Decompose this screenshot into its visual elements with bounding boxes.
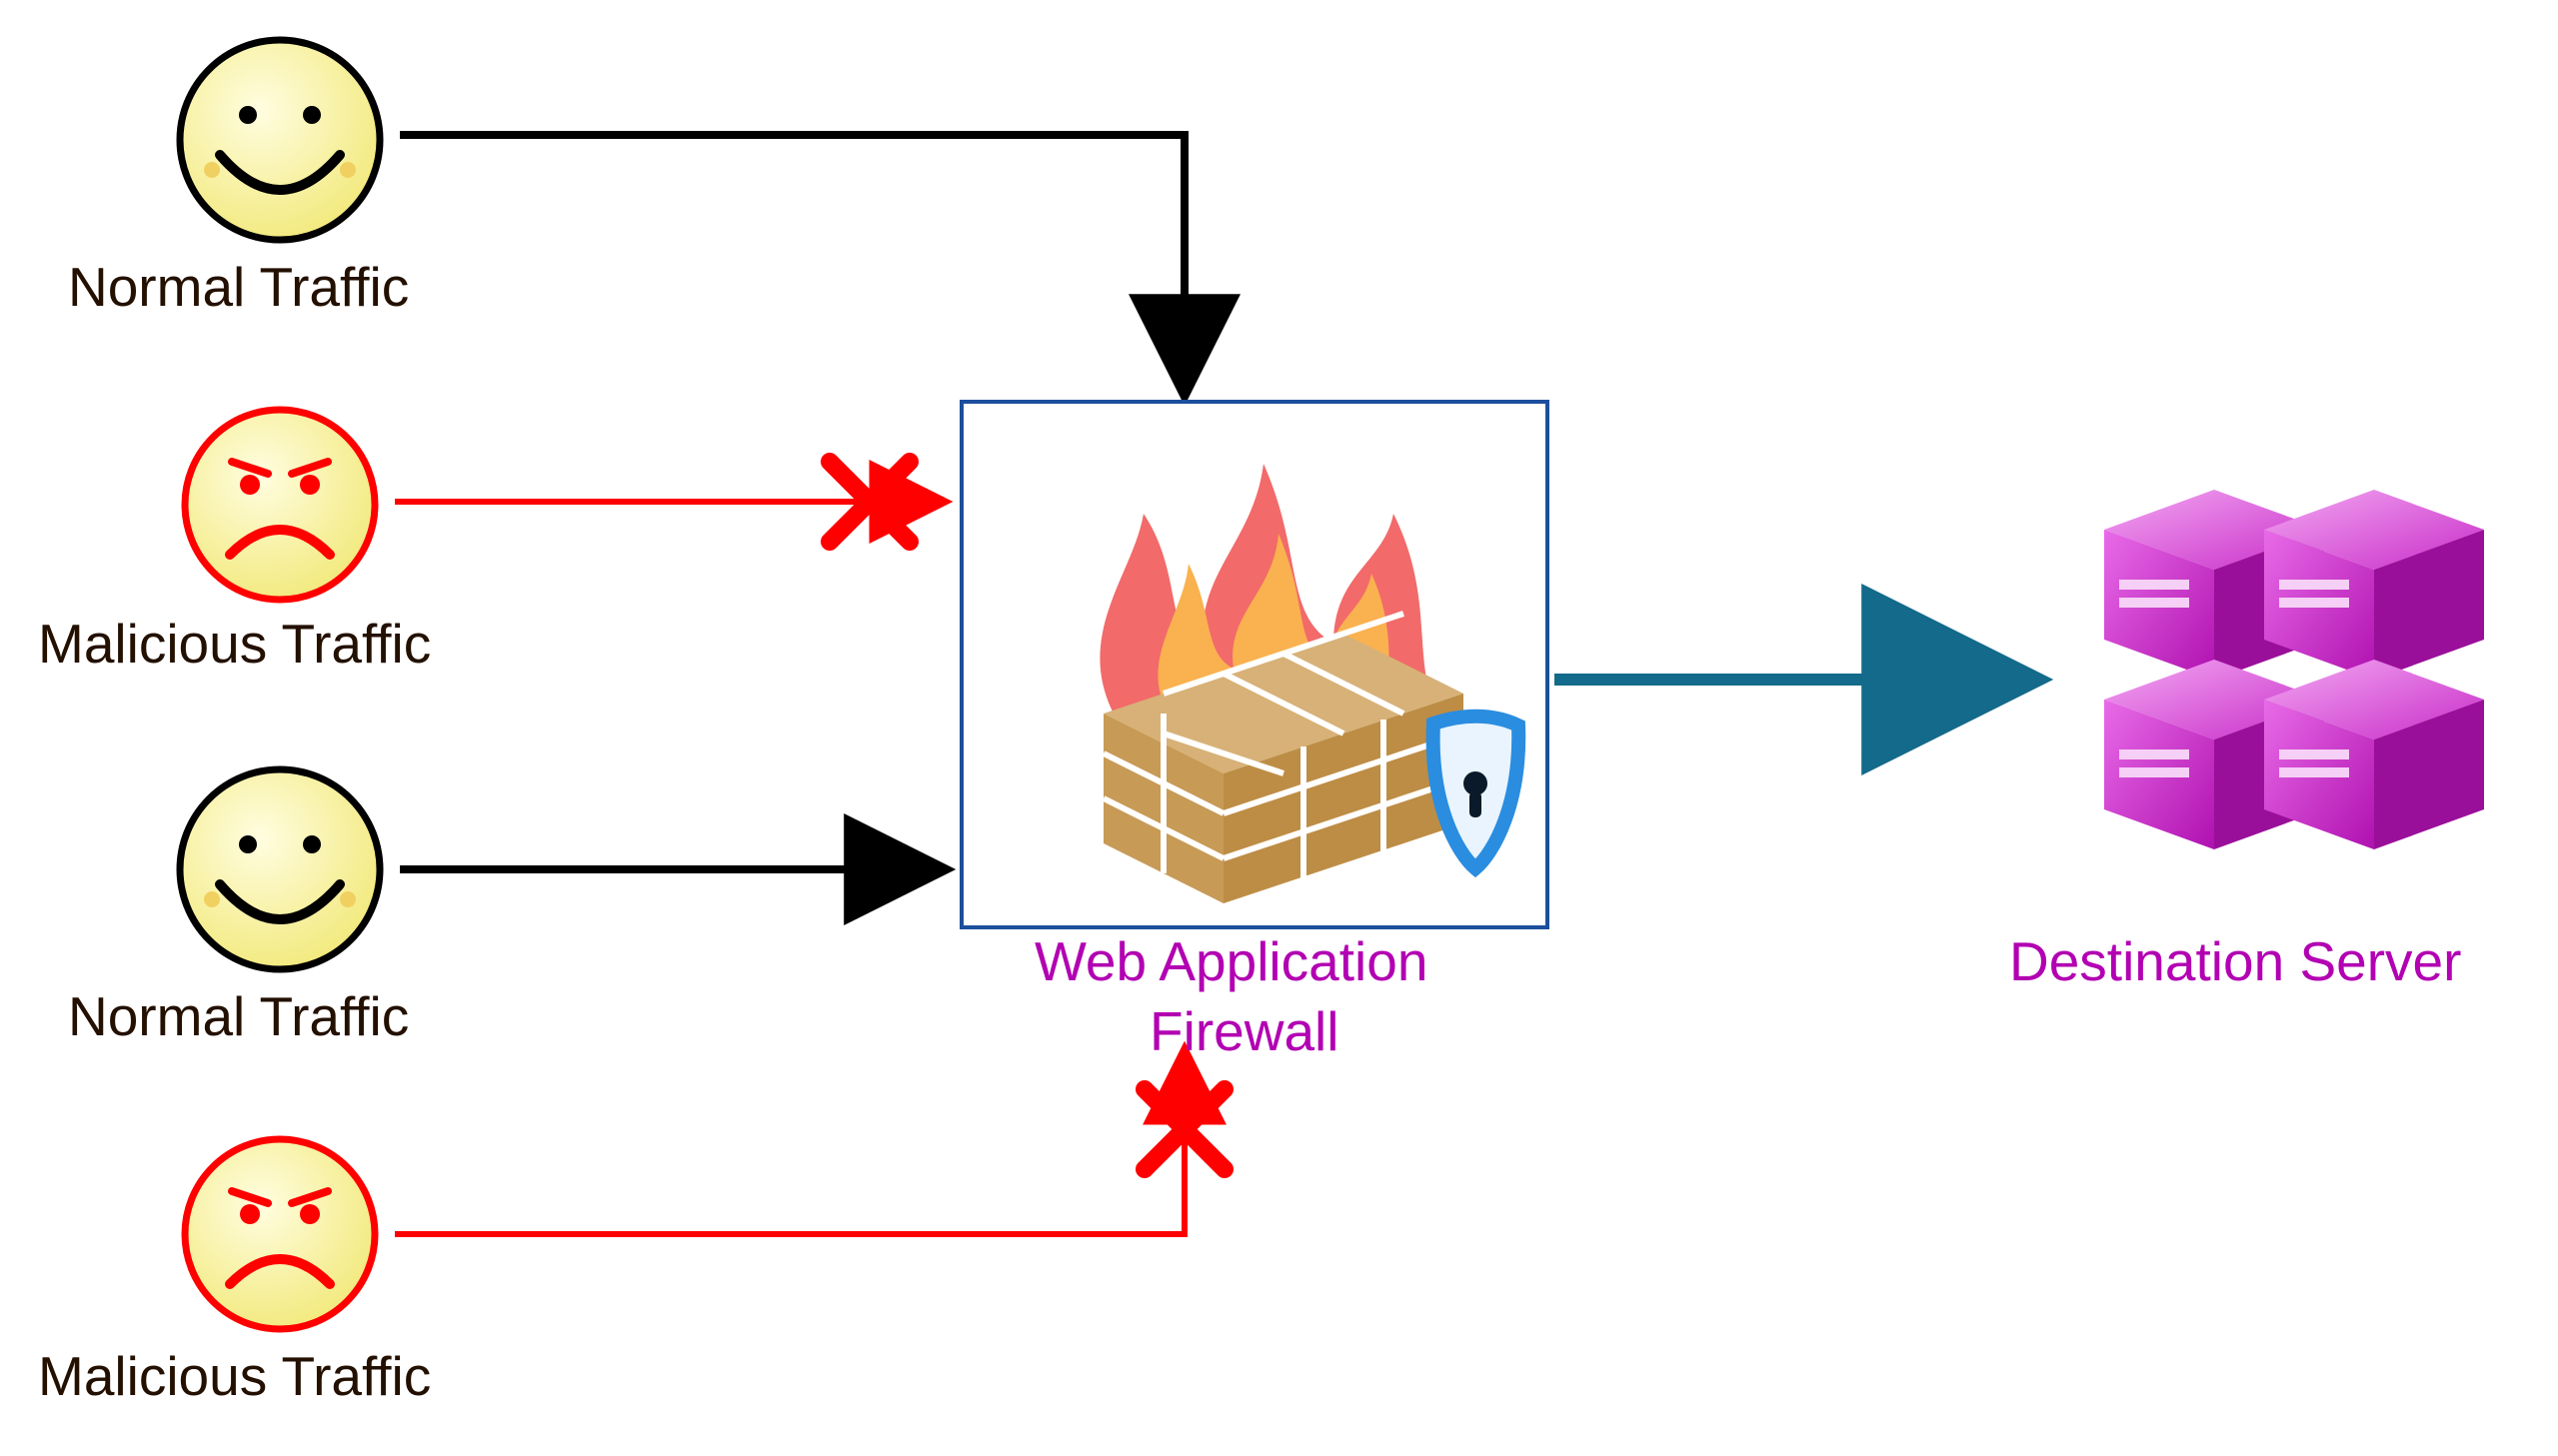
waf-label-line2: Firewall [1150, 999, 1338, 1063]
firewall-icon [964, 404, 1545, 925]
angry-icon [160, 1129, 400, 1339]
edge-malicious2-to-waf [395, 1049, 1185, 1234]
normal-traffic-2 [150, 759, 410, 984]
shield-icon [1433, 717, 1519, 868]
blocked-x-icon [830, 462, 910, 542]
edge-normal1-to-waf [400, 135, 1185, 395]
diagram-stage: Normal Traffic Malicious Traffic [0, 0, 2558, 1456]
malicious-traffic-1-label: Malicious Traffic [38, 612, 431, 676]
malicious-traffic-1 [160, 400, 400, 615]
blocked-x-icon [1145, 1089, 1225, 1169]
normal-traffic-2-label: Normal Traffic [68, 984, 409, 1048]
normal-traffic-1 [150, 30, 410, 255]
destination-server [2044, 430, 2484, 934]
waf-label-line1: Web Application [1035, 929, 1427, 993]
malicious-traffic-2-label: Malicious Traffic [38, 1344, 431, 1408]
destination-server-label: Destination Server [2009, 929, 2461, 993]
waf-node [960, 400, 1549, 929]
malicious-traffic-2 [160, 1129, 400, 1344]
angry-icon [160, 400, 400, 610]
smile-icon [150, 30, 410, 250]
smile-icon [150, 759, 410, 979]
server-icon [2044, 430, 2484, 929]
normal-traffic-1-label: Normal Traffic [68, 255, 409, 319]
